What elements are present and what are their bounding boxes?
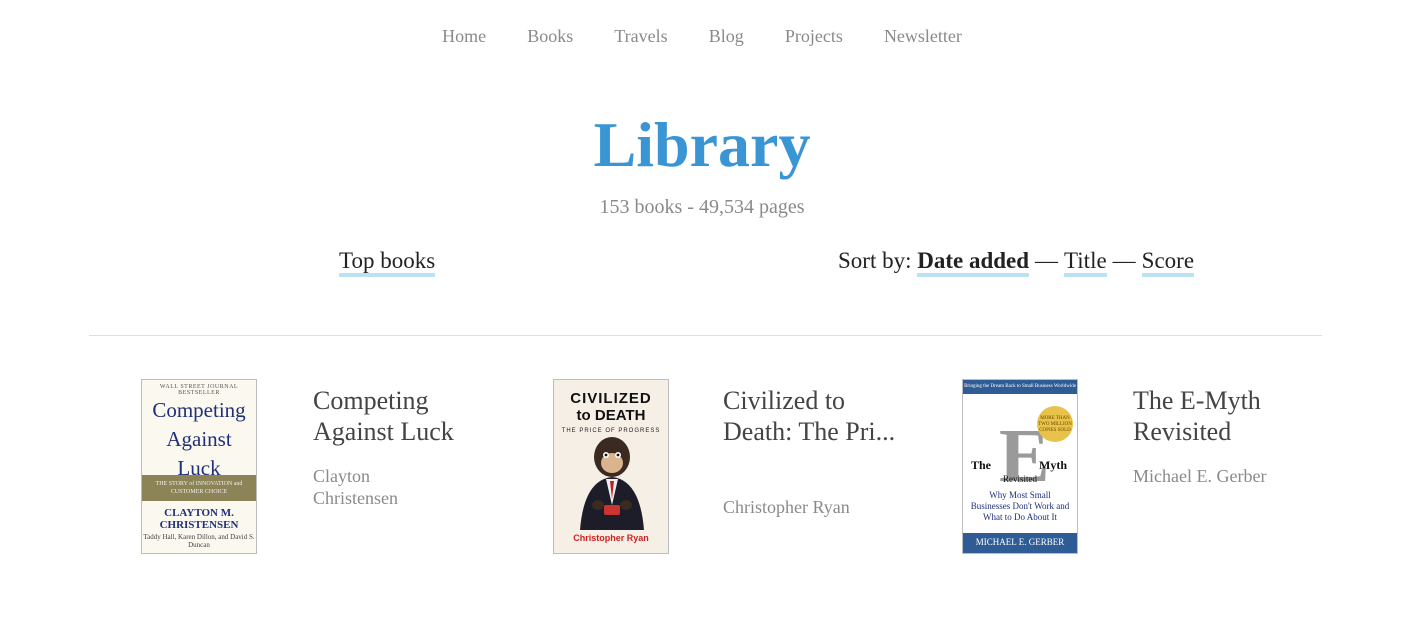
main-nav: Home Books Travels Blog Projects Newslet… [0, 26, 1404, 47]
cover-title-line: to DEATH [576, 407, 646, 424]
book-cover[interactable]: CIVILIZED to DEATH THE PRICE OF PROGRESS… [553, 379, 669, 554]
cover-title-myth: Myth [1039, 458, 1067, 472]
cover-author: CLAYTON M. CHRISTENSEN [142, 507, 256, 531]
chimp-illustration [580, 437, 644, 530]
book-cover[interactable]: WALL STREET JOURNAL BESTSELLER Competing… [141, 379, 257, 554]
nav-travels[interactable]: Travels [614, 26, 667, 47]
nav-newsletter[interactable]: Newsletter [884, 26, 962, 47]
book-title[interactable]: Civilized to Death: The Pri... [723, 385, 903, 447]
cover-band: THE STORY of INNOVATION and CUSTOMER CHO… [142, 475, 256, 501]
nav-projects[interactable]: Projects [785, 26, 843, 47]
cover-title-line: Competing [152, 398, 246, 422]
cover-seal: MORE THAN TWO MILLION COPIES SOLD [1037, 406, 1073, 442]
cover-kicker: WALL STREET JOURNAL BESTSELLER [159, 384, 239, 396]
nav-books[interactable]: Books [527, 26, 573, 47]
cover-coauthors: Taddy Hall, Karen Dillon, and David S. D… [143, 533, 255, 549]
book-cover[interactable]: Bringing the Dream Back to Small Busines… [962, 379, 1078, 554]
cover-kicker: Bringing the Dream Back to Small Busines… [963, 380, 1077, 394]
cover-author: Christopher Ryan [573, 533, 649, 543]
sort-separator: — [1112, 248, 1136, 273]
nav-home[interactable]: Home [442, 26, 486, 47]
cover-subtitle: THE PRICE OF PROGRESS [561, 428, 661, 434]
cover-title-line: Against [166, 427, 232, 451]
cover-subtitle: Why Most Small Businesses Don't Work and… [970, 490, 1070, 522]
sort-label: Sort by: [838, 248, 912, 273]
book-author: Clayton Christensen [313, 466, 398, 508]
sort-separator: — [1035, 248, 1059, 273]
sort-title[interactable]: Title [1064, 248, 1107, 277]
book-author: Michael E. Gerber [1133, 466, 1267, 486]
sort-date-added[interactable]: Date added [917, 248, 1030, 277]
divider [89, 335, 1322, 336]
page-title: Library [593, 109, 811, 180]
cover-author: MICHAEL E. GERBER [963, 533, 1077, 553]
cover-title-line: CIVILIZED [570, 390, 652, 407]
cover-title-the: The [971, 458, 992, 472]
sort-bar: Sort by: Date added — Title — Score [838, 248, 1195, 277]
cover-author-line: CHRISTENSEN [159, 519, 239, 531]
top-books-link[interactable]: Top books [339, 248, 436, 277]
nav-blog[interactable]: Blog [709, 26, 744, 47]
cover-author-line: CLAYTON M. [164, 507, 234, 519]
top-books-container: Top books [339, 248, 436, 277]
sort-score[interactable]: Score [1141, 248, 1195, 277]
book-title[interactable]: Competing Against Luck [313, 385, 483, 447]
book-author: Christopher Ryan [723, 497, 850, 517]
library-stats: 153 books - 49,534 pages [599, 196, 805, 218]
cover-title-revisited: Revisited [1003, 474, 1037, 484]
book-title[interactable]: The E-Myth Revisited [1133, 385, 1333, 447]
